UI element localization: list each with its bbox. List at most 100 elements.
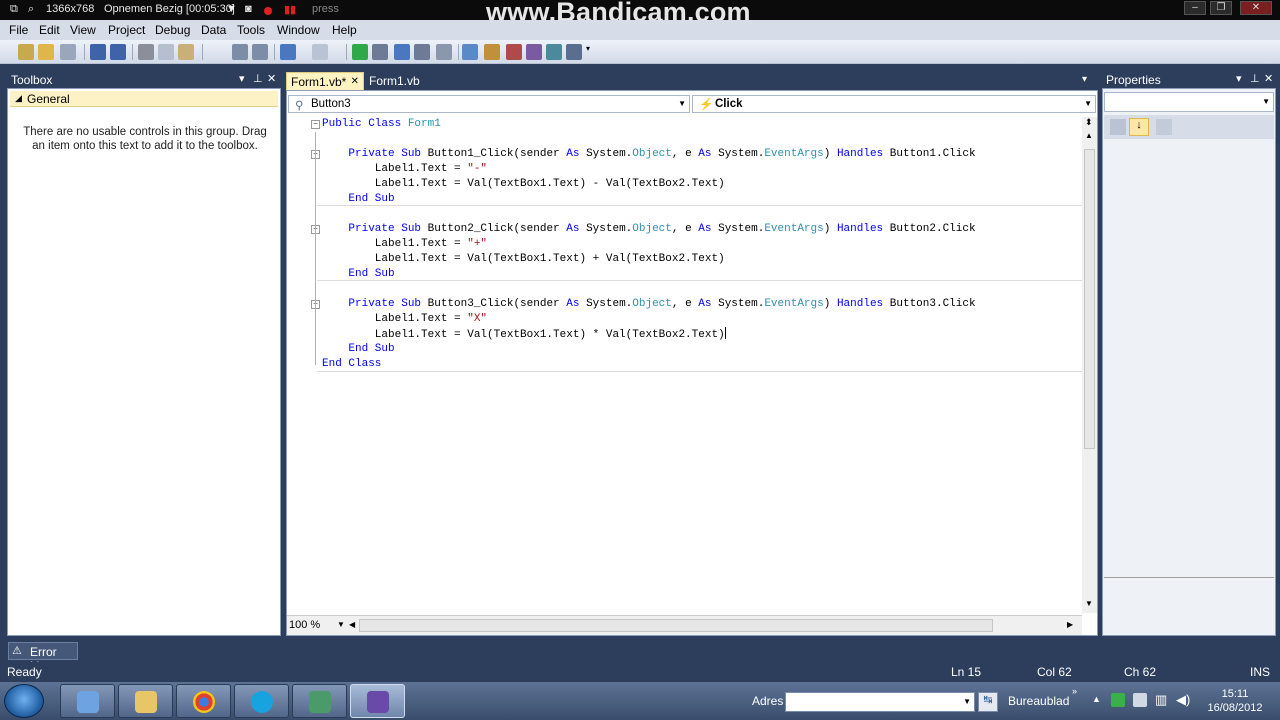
taskbar-users[interactable] <box>292 684 347 718</box>
scroll-left-icon[interactable]: ◀ <box>349 620 355 629</box>
scroll-up-icon[interactable]: ▲ <box>1085 131 1093 140</box>
scroll-right-icon[interactable]: ▶ <box>1067 620 1073 629</box>
record-icon[interactable] <box>264 6 272 18</box>
object-combobox[interactable]: ⚲ Button3 ▼ <box>288 95 690 113</box>
vertical-scrollbar[interactable]: ⬍ ▲ ▼ <box>1082 117 1097 613</box>
find-icon[interactable] <box>394 44 410 60</box>
save-all-icon[interactable] <box>110 44 126 60</box>
scroll-thumb[interactable] <box>1084 149 1095 449</box>
code-line[interactable]: Label1.Text = Val(TextBox1.Text) * Val(T… <box>322 327 726 342</box>
code-text-area[interactable]: Public Class Form1 Private Sub Button1_C… <box>287 117 1082 613</box>
tools-icon[interactable] <box>506 44 522 60</box>
taskbar-vb-express[interactable] <box>350 684 405 718</box>
tab-dropdown-icon[interactable]: ▾ <box>1082 74 1087 85</box>
pause-icon[interactable]: ▮▮ <box>284 3 296 16</box>
uncomment-icon[interactable] <box>252 44 268 60</box>
window-icon[interactable]: ⧉ <box>10 3 18 16</box>
dropdown-icon[interactable]: ▾ <box>1236 72 1242 85</box>
event-combobox[interactable]: ⚡ Click ▼ <box>692 95 1096 113</box>
collapse-arrow-icon[interactable]: ◢ <box>15 93 22 104</box>
code-line[interactable]: Label1.Text = Val(TextBox1.Text) - Val(T… <box>322 177 725 192</box>
menu-edit[interactable]: Edit <box>39 23 60 37</box>
menu-help[interactable]: Help <box>332 23 357 37</box>
taskbar-media-center[interactable] <box>60 684 115 718</box>
toolbox-icon[interactable] <box>484 44 500 60</box>
object-selector[interactable]: ▼ <box>1104 92 1274 112</box>
redo-icon[interactable] <box>312 44 328 60</box>
pin-icon[interactable]: ⊥ <box>1250 72 1260 85</box>
code-line[interactable]: Private Sub Button2_Click(sender As Syst… <box>322 222 975 237</box>
network-icon[interactable]: ▥ <box>1155 692 1167 708</box>
code-line[interactable]: End Sub <box>322 342 394 357</box>
paste-icon[interactable] <box>178 44 194 60</box>
toolbar-expand-icon[interactable]: » <box>1072 686 1077 696</box>
alphabetical-icon[interactable]: ↓ <box>1129 118 1149 136</box>
taskbar-explorer[interactable] <box>118 684 173 718</box>
tab-form1-design[interactable]: Form1.vb [Design]* <box>365 72 475 102</box>
menu-view[interactable]: View <box>70 23 96 37</box>
menu-data[interactable]: Data <box>201 23 226 37</box>
code-line[interactable]: End Class <box>322 357 381 372</box>
comment-icon[interactable] <box>232 44 248 60</box>
camera-icon[interactable]: ◙ <box>245 3 252 15</box>
code-line[interactable]: Label1.Text = "-" <box>322 162 487 177</box>
split-icon[interactable]: ⬍ <box>1085 117 1093 128</box>
taskbar-chrome[interactable] <box>176 684 231 718</box>
extension-icon[interactable] <box>526 44 542 60</box>
code-line[interactable]: Label1.Text = Val(TextBox1.Text) + Val(T… <box>322 252 725 267</box>
address-input[interactable]: ▼ <box>785 692 975 712</box>
menu-file[interactable]: File <box>9 23 28 37</box>
code-line[interactable]: Label1.Text = "X" <box>322 312 487 327</box>
volume-icon[interactable]: ◀) <box>1176 692 1190 708</box>
toolbar-overflow-icon[interactable]: ▾ <box>586 44 594 60</box>
open-file-icon[interactable] <box>38 44 54 60</box>
scroll-down-icon[interactable]: ▼ <box>1085 599 1093 608</box>
code-line[interactable]: Private Sub Button3_Click(sender As Syst… <box>322 297 975 312</box>
close-icon[interactable]: ✕ <box>267 72 276 85</box>
menu-project[interactable]: Project <box>108 23 145 37</box>
cut-icon[interactable] <box>138 44 154 60</box>
code-line[interactable]: Public Class Form1 <box>322 117 441 132</box>
start-debugging-icon[interactable] <box>352 44 368 60</box>
minimize-icon[interactable]: – <box>1184 1 1206 15</box>
properties-window-icon[interactable] <box>436 44 452 60</box>
horizontal-scroll-thumb[interactable] <box>359 619 993 632</box>
categorized-icon[interactable] <box>1110 119 1126 135</box>
dropdown-icon[interactable]: ▾ <box>239 72 245 85</box>
menu-debug[interactable]: Debug <box>155 23 190 37</box>
pin-icon[interactable]: ⊥ <box>253 72 263 85</box>
toolbox-group-general[interactable]: ◢ General <box>10 91 278 107</box>
copy-icon[interactable] <box>158 44 174 60</box>
go-arrow-icon[interactable]: ↹ <box>978 692 998 712</box>
undo-icon[interactable] <box>280 44 296 60</box>
output-icon[interactable] <box>566 44 582 60</box>
collapse-region-icon[interactable]: − <box>311 120 320 129</box>
error-list-tab[interactable]: ⚠ Error List <box>8 642 78 673</box>
menu-tools[interactable]: Tools <box>237 23 265 37</box>
taskbar-skype[interactable] <box>234 684 289 718</box>
add-item-icon[interactable] <box>60 44 76 60</box>
solution-explorer-icon[interactable] <box>414 44 430 60</box>
description-divider[interactable] <box>1104 577 1274 578</box>
show-hidden-icons[interactable]: ▲ <box>1092 694 1101 704</box>
dropdown-icon[interactable]: ▼ <box>226 3 237 15</box>
restore-icon[interactable]: ❐ <box>1210 1 1232 15</box>
new-project-icon[interactable] <box>18 44 34 60</box>
close-icon[interactable]: ✕ <box>1264 72 1273 85</box>
start-button[interactable] <box>4 684 44 718</box>
menu-window[interactable]: Window <box>277 23 320 37</box>
tray-app-icon[interactable] <box>1111 693 1125 707</box>
close-icon[interactable]: ✕ <box>1240 1 1272 15</box>
system-clock[interactable]: 15:11 16/08/2012 <box>1200 687 1270 715</box>
data-sources-icon[interactable] <box>546 44 562 60</box>
magnifier-icon[interactable]: ⌕ <box>28 3 34 16</box>
tab-form1-vb[interactable]: Form1.vb* ✕ <box>286 72 364 90</box>
step-icon[interactable] <box>372 44 388 60</box>
tray-device-icon[interactable] <box>1133 693 1147 707</box>
property-pages-icon[interactable] <box>1156 119 1172 135</box>
object-browser-icon[interactable] <box>462 44 478 60</box>
close-tab-icon[interactable]: ✕ <box>351 76 359 87</box>
save-icon[interactable] <box>90 44 106 60</box>
zoom-combobox[interactable]: 100 % ▼ <box>289 619 345 633</box>
code-line[interactable]: Label1.Text = "+" <box>322 237 487 252</box>
